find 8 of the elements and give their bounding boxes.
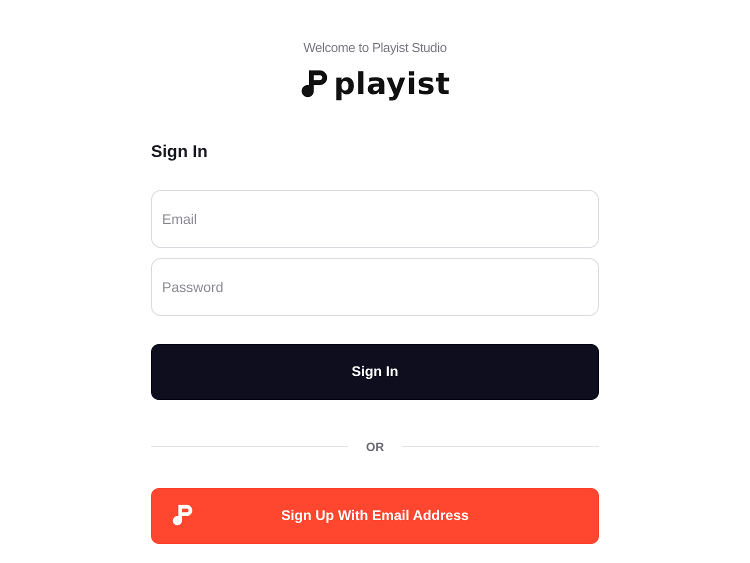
input-field[interactable]: Password (151, 258, 599, 316)
sign-in-heading: Sign In (151, 140, 209, 163)
or-divider-text: OR (366, 438, 384, 456)
welcome-text: Welcome to Playist Studio (303, 39, 447, 57)
input-field[interactable]: Email (151, 190, 599, 248)
music-note-icon (171, 502, 195, 528)
sign-in-button[interactable]: Sign In (151, 344, 599, 400)
logo-text: playist (334, 70, 450, 100)
